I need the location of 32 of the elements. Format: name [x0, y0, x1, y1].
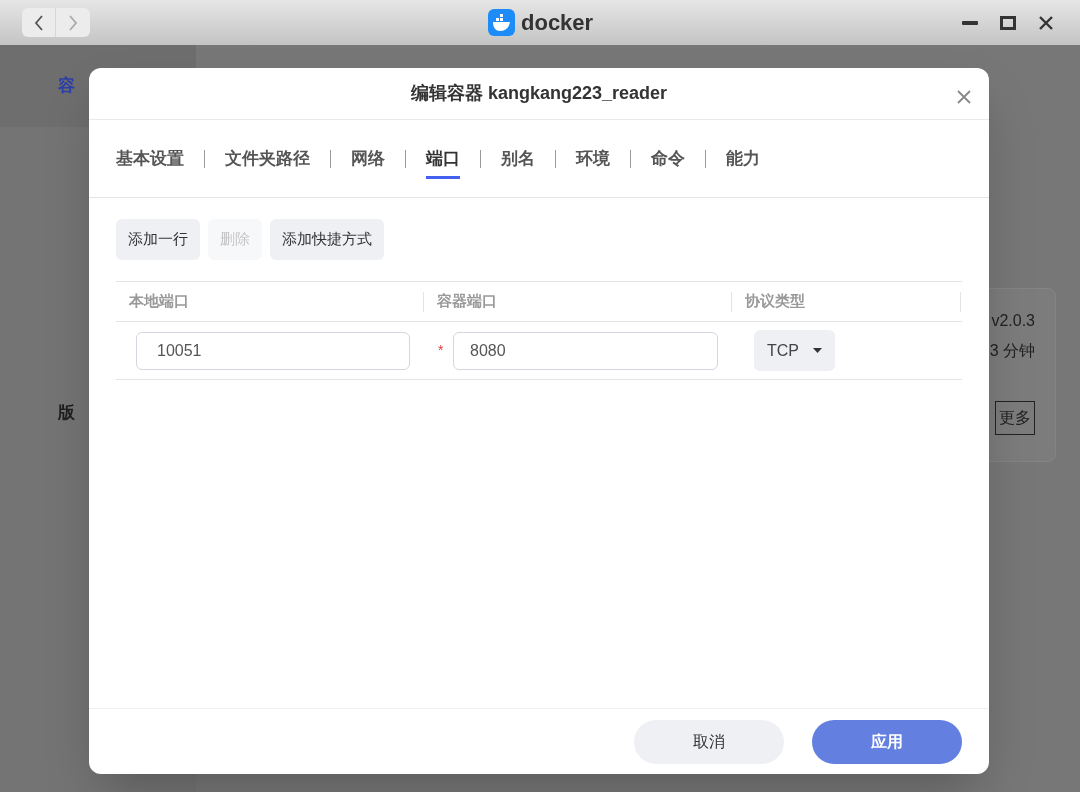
app-title: docker	[521, 9, 594, 37]
required-mark: *	[438, 341, 445, 360]
caret-icon	[813, 348, 822, 353]
version-text: v2.0.3	[991, 311, 1035, 331]
whale-logo-icon	[488, 9, 515, 36]
chevron-right-icon	[68, 14, 78, 31]
toolbar-button[interactable]: 添加快捷方式	[270, 219, 384, 260]
input-field[interactable]: 10051	[136, 331, 410, 370]
tab[interactable]: 命令	[651, 138, 685, 179]
tab[interactable]: 能力	[726, 138, 760, 179]
maximize-icon	[1000, 15, 1016, 30]
close-icon	[956, 89, 972, 105]
cancel-button[interactable]: 取消	[634, 719, 784, 764]
input-field[interactable]: 8080	[453, 331, 718, 370]
column-header: 本地端口	[129, 291, 189, 312]
dialog-title: 编辑容器 kangkang223_reader	[410, 82, 668, 105]
column-header: 协议类型	[745, 291, 805, 312]
tab[interactable]: 文件夹路径	[225, 138, 310, 179]
tab[interactable]: 别名	[501, 138, 535, 179]
tab[interactable]: 环境	[576, 138, 610, 179]
more-button[interactable]: 更多	[995, 401, 1035, 435]
uptime-text: 3 分钟	[989, 341, 1035, 361]
tab[interactable]: 端口	[426, 138, 460, 179]
column-header: 容器端口	[437, 291, 497, 312]
toolbar-button[interactable]: 添加一行	[116, 219, 200, 260]
chevron-left-icon	[33, 14, 44, 31]
minimize-icon	[962, 20, 978, 25]
protocol-dropdown[interactable]: TCP	[754, 330, 835, 371]
close-icon	[1038, 14, 1054, 31]
tab[interactable]: 网络	[351, 138, 385, 179]
tab[interactable]: 基本设置	[116, 138, 184, 179]
apply-button[interactable]: 应用	[812, 719, 962, 764]
